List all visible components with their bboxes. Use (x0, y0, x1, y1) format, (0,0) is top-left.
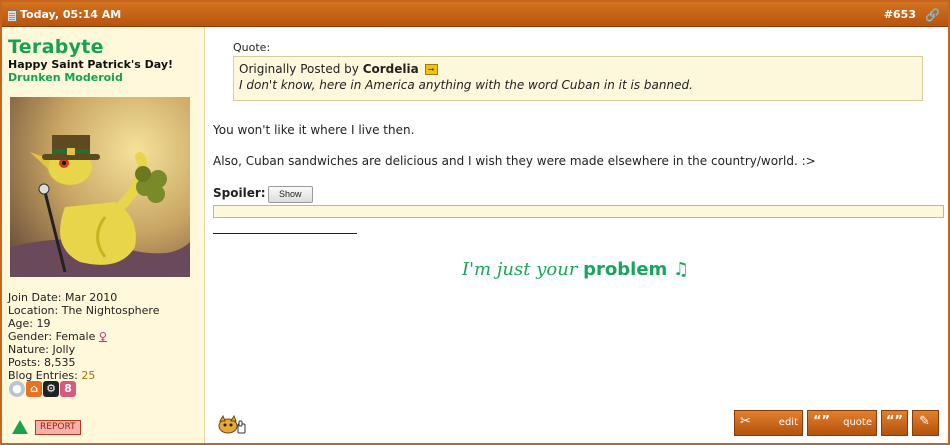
post-paragraph: You won't like it where I live then. (213, 123, 415, 137)
pencil-icon: ✎ (919, 414, 930, 429)
signature-emphasis: problem (583, 259, 668, 280)
contact-icons: ● ⌂ ⚙ 8 (9, 381, 77, 397)
blog-entries-link[interactable]: 25 (81, 369, 95, 382)
avatar-image (10, 97, 190, 277)
username-link[interactable]: Terabyte (8, 36, 104, 58)
post-buttons: ✂ edit “” quote “” ✎ (734, 410, 944, 436)
post-content: Quote: Originally Posted by Cordelia ➞ I… (206, 27, 948, 443)
user-rank: Drunken Moderoid (8, 71, 123, 84)
age-label: Age: (8, 317, 33, 330)
user-info: Join Date: Mar 2010 Location: The Nighto… (8, 291, 159, 382)
age-value: 19 (36, 317, 51, 330)
forum-post: Today, 05:14 AM #653 🔗 Terabyte Happy Sa… (0, 0, 950, 445)
post-date: Today, 05:14 AM (20, 8, 122, 21)
spoiler-label: Spoiler: (213, 186, 266, 200)
multi-quote-icon: “” (886, 414, 904, 429)
quote-text: I don't know, here in America anything w… (239, 78, 693, 92)
multi-quote-button[interactable]: “” (881, 410, 908, 436)
scissors-icon: ✂ (740, 414, 751, 429)
avatar[interactable] (10, 97, 190, 277)
view-post-arrow-icon[interactable]: ➞ (424, 64, 438, 75)
document-icon (7, 10, 17, 22)
user-title: Happy Saint Patrick's Day! (8, 58, 174, 71)
location-value: The Nightosphere (61, 304, 160, 317)
join-date-label: Join Date: (8, 291, 62, 304)
gender-value: Female (55, 330, 96, 343)
female-icon: ♀ (98, 330, 107, 343)
music-note-icon: ♫ (673, 259, 690, 280)
spoiler-show-button[interactable]: Show (268, 186, 313, 203)
quote-author-prefix: Originally Posted by (239, 62, 359, 76)
quote-author: Cordelia (362, 62, 419, 76)
nature-label: Nature: (8, 343, 50, 356)
post-header: Today, 05:14 AM #653 🔗 (2, 2, 948, 27)
thanks-icon[interactable] (216, 415, 248, 435)
messenger-icon[interactable]: ● (9, 381, 25, 397)
steam-icon[interactable]: ⚙ (43, 381, 59, 397)
location-label: Location: (8, 304, 59, 317)
nature-value: Jolly (52, 343, 76, 356)
posts-value: 8,535 (43, 356, 76, 369)
other-icon[interactable]: 8 (60, 381, 76, 397)
signature: I'm just your problem ♫ (462, 259, 689, 280)
post-paragraph: Also, Cuban sandwiches are delicious and… (213, 154, 816, 168)
report-button[interactable]: REPORT (35, 420, 81, 435)
signature-divider (213, 233, 357, 234)
homepage-icon[interactable]: ⌂ (26, 381, 42, 397)
quote-marks-icon: “” (813, 414, 831, 429)
quote-label: Quote: (233, 41, 271, 54)
edit-button[interactable]: ✂ edit (734, 410, 803, 436)
quote-button[interactable]: “” quote (807, 410, 877, 436)
user-sidebar: Terabyte Happy Saint Patrick's Day! Drun… (2, 27, 205, 443)
posts-label: Posts: (8, 356, 41, 369)
link-icon[interactable]: 🔗 (925, 8, 940, 22)
signature-text: I'm just your (462, 259, 578, 280)
post-number-link[interactable]: #653 (884, 8, 916, 21)
quote-box: Originally Posted by Cordelia ➞ I don't … (233, 56, 923, 101)
reputation-arrow-icon[interactable] (12, 420, 28, 434)
spoiler-content (213, 205, 944, 218)
gender-label: Gender: (8, 330, 53, 343)
quote-attribution: Originally Posted by Cordelia ➞ (239, 62, 917, 76)
join-date-value: Mar 2010 (65, 291, 118, 304)
quick-reply-button[interactable]: ✎ (912, 410, 939, 436)
